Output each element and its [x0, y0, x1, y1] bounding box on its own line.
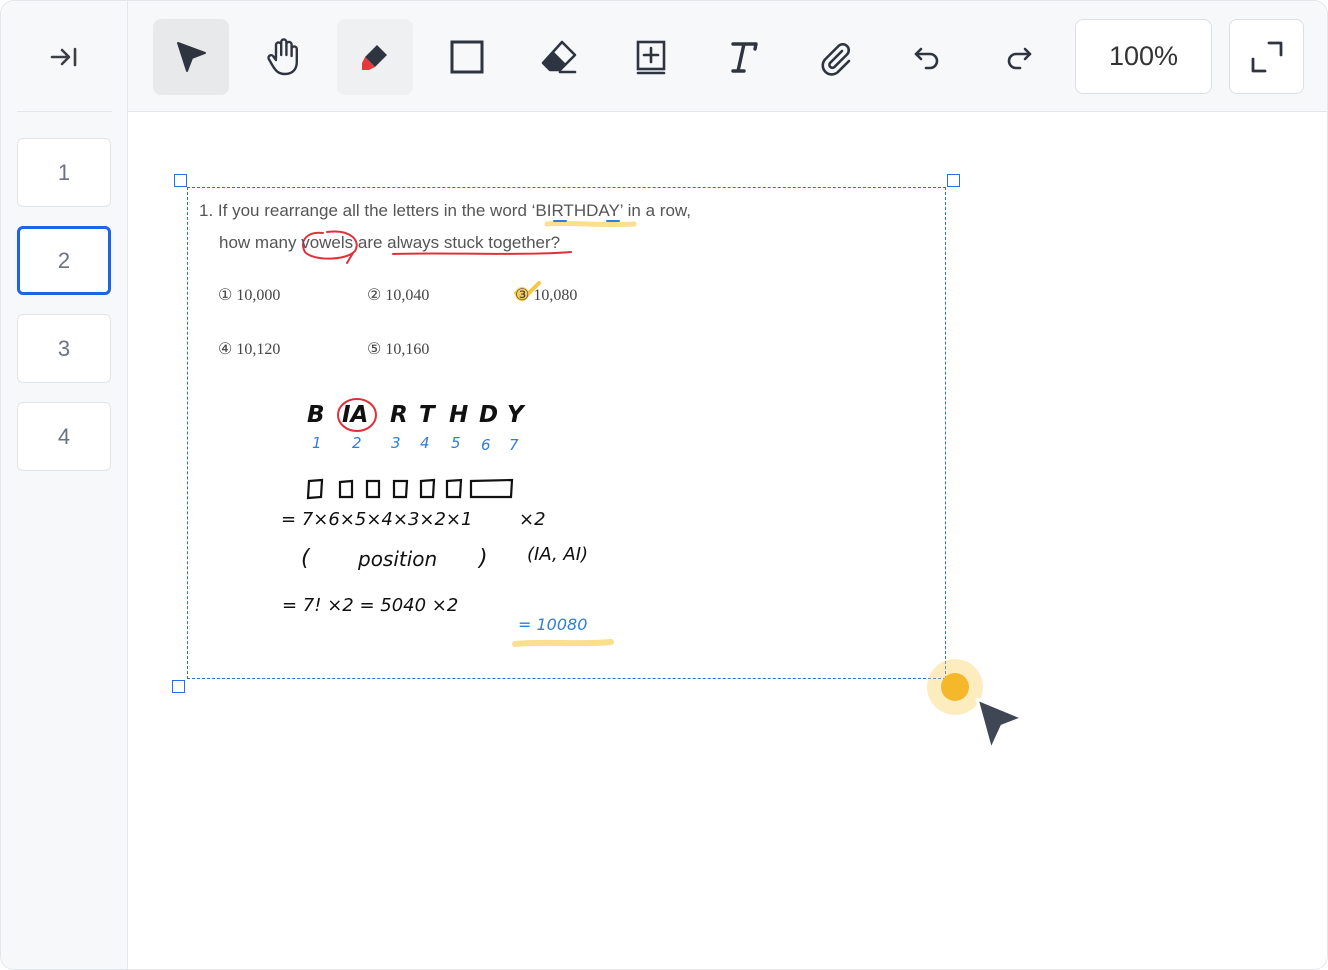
choice-5: ⑤ 10,160: [367, 341, 430, 358]
hw-letter: IA: [342, 402, 369, 428]
question-line-1: 1. If you rearrange all the letters in t…: [199, 201, 691, 220]
hw-letter: T: [419, 402, 435, 428]
hw-number: 1: [312, 434, 322, 452]
hw-letter: H: [449, 402, 469, 428]
hw-number: 5: [451, 434, 461, 452]
position-boxes: [306, 478, 514, 500]
highlight-stroke: [512, 639, 614, 647]
highlight-stroke: [544, 220, 637, 228]
hw-open-paren: (: [301, 546, 310, 571]
choice-4: ④ 10,120: [218, 341, 281, 358]
app-window: 1 2 3 4 100% 1. If you rearrange all the…: [0, 0, 1328, 970]
hw-equation-3: = 7! ×2 = 5040 ×2: [282, 595, 459, 616]
hw-close-paren: ): [479, 546, 488, 571]
hw-number: 4: [420, 434, 430, 452]
choice-2: ② 10,040: [367, 287, 430, 304]
hw-number: 3: [391, 434, 401, 452]
mouse-cursor: [927, 659, 1025, 752]
hw-number: 2: [352, 434, 362, 452]
hw-number: 7: [509, 436, 519, 454]
hw-equation-1: = 7×6×5×4×3×2×1: [281, 509, 473, 530]
hw-letter: D: [479, 402, 499, 428]
choice-3: ③ 10,080: [515, 287, 578, 304]
question-line-2: how many vowels are always stuck togethe…: [219, 233, 561, 252]
hw-letter: R: [390, 402, 408, 428]
click-dot: [941, 673, 969, 701]
hw-position-word: position: [358, 547, 438, 571]
hw-answer: = 10080: [518, 615, 588, 634]
hw-number: 6: [481, 436, 491, 454]
hw-equation-1-mult: ×2: [519, 509, 546, 530]
cursor-arrow-icon: [975, 697, 1025, 752]
choice-1: ① 10,000: [218, 287, 281, 304]
hw-pairs: (IA, AI): [527, 544, 589, 565]
hw-letter: B: [307, 402, 325, 428]
annotation-layer: [302, 220, 637, 647]
hw-letter: Y: [507, 402, 524, 428]
